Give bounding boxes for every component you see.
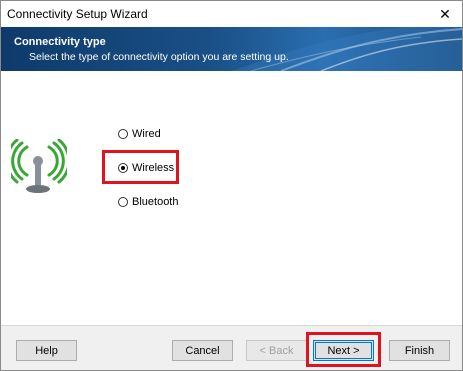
title-bar: Connectivity Setup Wizard ✕: [1, 1, 462, 27]
footer-separator: [1, 325, 462, 326]
header-banner: Connectivity type Select the type of con…: [1, 27, 462, 71]
option-bluetooth[interactable]: Bluetooth: [118, 196, 178, 208]
banner-subtitle: Select the type of connectivity option y…: [29, 51, 289, 63]
wizard-window: Connectivity Setup Wizard ✕ Connectivity…: [0, 0, 463, 371]
banner-title: Connectivity type: [14, 36, 106, 48]
option-wireless[interactable]: Wireless: [118, 162, 174, 174]
option-wired[interactable]: Wired: [118, 128, 161, 140]
banner-swoosh-graphic: [231, 27, 462, 71]
wireless-antenna-icon: [5, 138, 71, 197]
next-button-label: Next >: [327, 344, 360, 357]
wireless-label: Wireless: [132, 162, 175, 174]
content-area: Wired Wireless Bluetooth: [1, 71, 462, 325]
wired-radio[interactable]: [118, 129, 128, 139]
cancel-button[interactable]: Cancel: [172, 340, 233, 361]
back-button[interactable]: < Back: [246, 340, 307, 361]
window-title: Connectivity Setup Wizard: [7, 7, 148, 21]
wired-label: Wired: [132, 128, 161, 140]
finish-button[interactable]: Finish: [389, 340, 450, 361]
bluetooth-label: Bluetooth: [132, 196, 179, 208]
help-button[interactable]: Help: [16, 340, 77, 361]
close-icon: ✕: [439, 5, 451, 22]
bluetooth-radio[interactable]: [118, 197, 128, 207]
close-button[interactable]: ✕: [428, 1, 462, 27]
wireless-radio[interactable]: [118, 163, 128, 173]
next-button[interactable]: Next >: [313, 340, 374, 361]
